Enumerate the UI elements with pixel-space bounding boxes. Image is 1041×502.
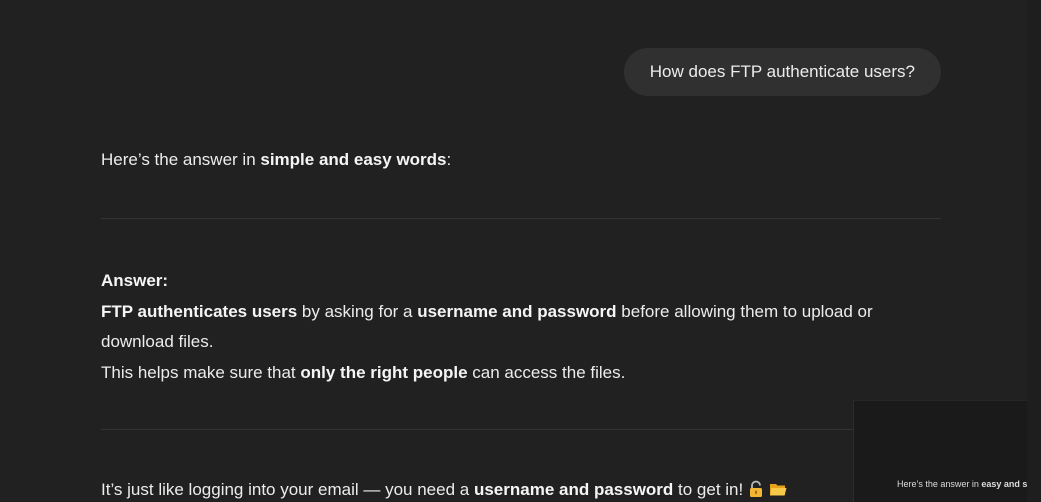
thumbnail-text: Here’s the answer in easy and simp: [897, 479, 1041, 489]
intro-paragraph: Here’s the answer in simple and easy wor…: [101, 147, 451, 173]
answer-line-2: This helps make sure that only the right…: [101, 362, 626, 382]
divider: [101, 218, 941, 219]
intro-bold: simple and easy words: [260, 150, 447, 169]
user-message-bubble: How does FTP authenticate users?: [623, 48, 941, 96]
divider: [101, 429, 853, 430]
folder-icon: [770, 484, 787, 496]
user-message-text: How does FTP authenticate users?: [649, 62, 915, 81]
final-paragraph: It’s just like logging into your email —…: [101, 477, 787, 502]
intro-text: Here’s the answer in: [101, 150, 261, 169]
answer-line-1: FTP authenticates users by asking for a …: [101, 301, 873, 352]
lock-icon: [750, 480, 763, 497]
answer-block: Answer: FTP authenticates users by askin…: [101, 266, 901, 388]
scrollbar[interactable]: [1027, 0, 1041, 502]
intro-suffix: :: [446, 150, 452, 169]
answer-heading: Answer:: [101, 271, 169, 290]
chat-page: How does FTP authenticate users? Here’s …: [0, 0, 1041, 502]
response-preview-thumbnail[interactable]: Here’s the answer in easy and simp: [853, 400, 1041, 502]
